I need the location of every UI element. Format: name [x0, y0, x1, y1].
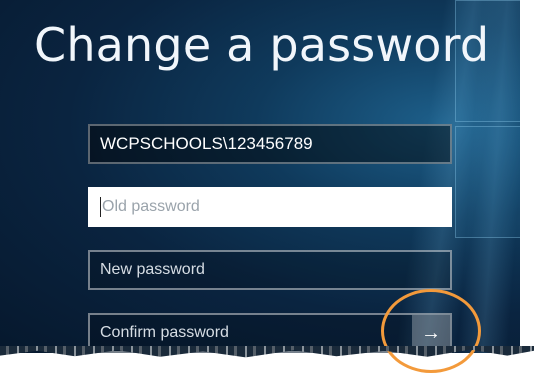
confirm-password-placeholder: Confirm password [100, 324, 229, 341]
username-value: WCPSCHOOLS\123456789 [100, 134, 313, 153]
old-password-placeholder: Old password [102, 198, 200, 215]
new-password-placeholder: New password [100, 261, 205, 278]
background-window-pane [455, 126, 520, 238]
text-caret [100, 197, 101, 217]
page-title: Change a password [34, 18, 490, 72]
highlight-circle [381, 289, 481, 373]
username-field: WCPSCHOOLS\123456789 [88, 124, 452, 164]
new-password-field[interactable]: New password [88, 250, 452, 290]
old-password-field[interactable]: Old password [88, 187, 452, 227]
